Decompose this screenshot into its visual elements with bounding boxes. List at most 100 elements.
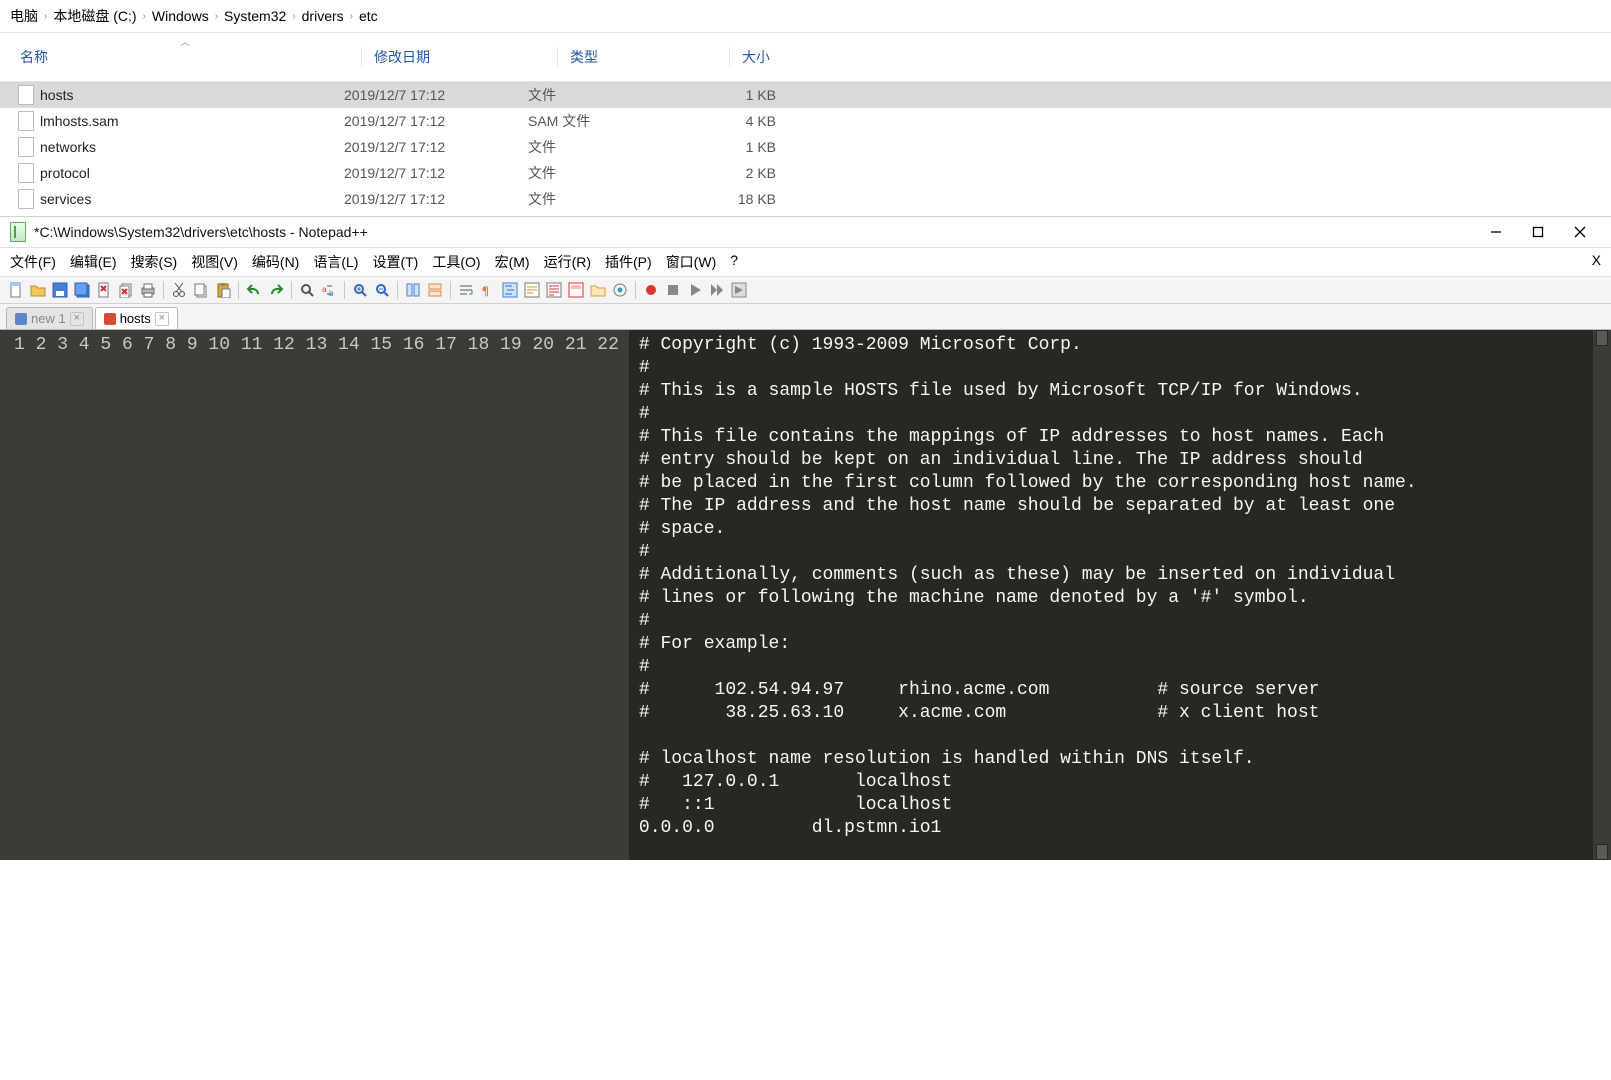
editor-tab[interactable]: hosts×: [95, 307, 178, 329]
record-icon[interactable]: [641, 280, 661, 300]
file-icon: [18, 189, 34, 209]
paste-icon[interactable]: [213, 280, 233, 300]
column-header-date[interactable]: 修改日期: [362, 39, 558, 75]
menu-item[interactable]: 工具(O): [432, 252, 480, 272]
chevron-right-icon: ›: [44, 11, 47, 22]
save-macro-icon[interactable]: [729, 280, 749, 300]
menu-item[interactable]: 运行(R): [544, 252, 591, 272]
breadcrumb-item[interactable]: Windows: [152, 8, 209, 24]
copy-icon[interactable]: [191, 280, 211, 300]
breadcrumb-item[interactable]: etc: [359, 8, 378, 24]
file-name: lmhosts.sam: [40, 113, 332, 129]
file-size: 18 KB: [676, 191, 788, 207]
window-title: *C:\Windows\System32\drivers\etc\hosts -…: [34, 224, 368, 240]
window-titlebar[interactable]: *C:\Windows\System32\drivers\etc\hosts -…: [0, 217, 1611, 248]
editor-area[interactable]: 1 2 3 4 5 6 7 8 9 10 11 12 13 14 15 16 1…: [0, 330, 1611, 860]
menu-item[interactable]: 窗口(W): [666, 252, 717, 272]
vertical-scrollbar[interactable]: [1593, 330, 1611, 860]
file-type: 文件: [516, 189, 676, 209]
breadcrumb-item[interactable]: 电脑: [10, 6, 38, 26]
column-header-name[interactable]: ︿名称: [0, 39, 362, 75]
open-folder-icon[interactable]: [28, 280, 48, 300]
notepad-plus-plus-window: *C:\Windows\System32\drivers\etc\hosts -…: [0, 216, 1611, 860]
menu-item[interactable]: 编码(N): [252, 252, 299, 272]
minimize-button[interactable]: [1475, 222, 1517, 242]
sync-h-icon[interactable]: [425, 280, 445, 300]
doc-map-icon[interactable]: [544, 280, 564, 300]
maximize-button[interactable]: [1517, 222, 1559, 242]
save-all-icon[interactable]: [72, 280, 92, 300]
play-icon[interactable]: [685, 280, 705, 300]
menu-item[interactable]: 宏(M): [495, 252, 530, 272]
file-type: SAM 文件: [516, 111, 676, 131]
toolbar-separator: [635, 281, 636, 299]
file-row[interactable]: services2019/12/7 17:12文件18 KB: [0, 186, 1611, 212]
menu-item[interactable]: 语言(L): [313, 252, 358, 272]
sync-v-icon[interactable]: [403, 280, 423, 300]
menu-item[interactable]: 文件(F): [10, 252, 56, 272]
file-icon: [18, 111, 34, 131]
toolbar-separator: [163, 281, 164, 299]
app-icon: [10, 222, 26, 242]
close-button[interactable]: [1559, 222, 1601, 242]
file-size: 1 KB: [676, 87, 788, 103]
close-icon[interactable]: [94, 280, 114, 300]
zoom-in-icon[interactable]: [350, 280, 370, 300]
menu-item[interactable]: ?: [730, 252, 738, 272]
breadcrumb-item[interactable]: System32: [224, 8, 286, 24]
mdi-close-button[interactable]: X: [1592, 252, 1601, 272]
tab-close-icon[interactable]: ×: [155, 312, 169, 326]
breadcrumb-item[interactable]: drivers: [302, 8, 344, 24]
folder-icon[interactable]: [588, 280, 608, 300]
file-date: 2019/12/7 17:12: [332, 113, 516, 129]
menu-item[interactable]: 编辑(E): [70, 252, 117, 272]
monitor-icon[interactable]: [610, 280, 630, 300]
toolbar-separator: [397, 281, 398, 299]
print-icon[interactable]: [138, 280, 158, 300]
tab-label: new 1: [31, 311, 66, 326]
toolbar-separator: [450, 281, 451, 299]
replace-icon[interactable]: ab: [319, 280, 339, 300]
zoom-out-icon[interactable]: [372, 280, 392, 300]
file-date: 2019/12/7 17:12: [332, 139, 516, 155]
toolbar: ab ¶: [0, 277, 1611, 304]
save-icon[interactable]: [50, 280, 70, 300]
column-header-size[interactable]: 大小: [730, 39, 854, 75]
toolbar-separator: [344, 281, 345, 299]
editor-tab[interactable]: new 1 ×: [6, 307, 93, 329]
file-date: 2019/12/7 17:12: [332, 191, 516, 207]
cut-icon[interactable]: [169, 280, 189, 300]
menu-item[interactable]: 插件(P): [605, 252, 652, 272]
file-icon: [18, 85, 34, 105]
file-name: services: [40, 191, 332, 207]
file-date: 2019/12/7 17:12: [332, 87, 516, 103]
column-header-type[interactable]: 类型: [558, 39, 730, 75]
redo-icon[interactable]: [266, 280, 286, 300]
doc-list-icon[interactable]: [566, 280, 586, 300]
close-all-icon[interactable]: [116, 280, 136, 300]
menu-item[interactable]: 搜索(S): [131, 252, 178, 272]
chevron-right-icon: ›: [350, 11, 353, 22]
indent-guide-icon[interactable]: [500, 280, 520, 300]
file-type: 文件: [516, 85, 676, 105]
play-multi-icon[interactable]: [707, 280, 727, 300]
all-chars-icon[interactable]: ¶: [478, 280, 498, 300]
stop-icon[interactable]: [663, 280, 683, 300]
undo-icon[interactable]: [244, 280, 264, 300]
menu-item[interactable]: 视图(V): [191, 252, 238, 272]
find-icon[interactable]: [297, 280, 317, 300]
file-row[interactable]: lmhosts.sam2019/12/7 17:12SAM 文件4 KB: [0, 108, 1611, 134]
file-date: 2019/12/7 17:12: [332, 165, 516, 181]
menu-item[interactable]: 设置(T): [372, 252, 418, 272]
tab-close-icon[interactable]: ×: [70, 312, 84, 326]
file-row[interactable]: hosts2019/12/7 17:12文件1 KB: [0, 82, 1611, 108]
line-number-gutter: 1 2 3 4 5 6 7 8 9 10 11 12 13 14 15 16 1…: [0, 330, 629, 860]
code-content[interactable]: # Copyright (c) 1993-2009 Microsoft Corp…: [629, 330, 1593, 860]
file-row[interactable]: protocol2019/12/7 17:12文件2 KB: [0, 160, 1611, 186]
lang-icon[interactable]: [522, 280, 542, 300]
breadcrumb-item[interactable]: 本地磁盘 (C:): [53, 6, 136, 26]
toolbar-separator: [291, 281, 292, 299]
file-row[interactable]: networks2019/12/7 17:12文件1 KB: [0, 134, 1611, 160]
new-file-icon[interactable]: [6, 280, 26, 300]
word-wrap-icon[interactable]: [456, 280, 476, 300]
